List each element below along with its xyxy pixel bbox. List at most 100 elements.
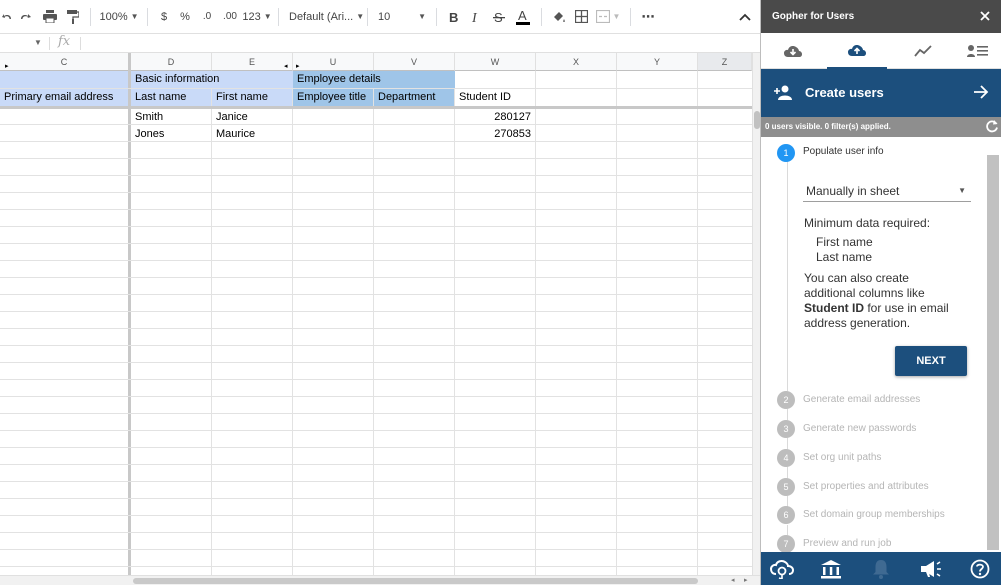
user-list-icon (967, 45, 988, 57)
column-label: Y (653, 57, 660, 67)
scroll-right-icon[interactable]: ▸ (744, 576, 748, 584)
panel-scrollbar[interactable] (987, 155, 999, 550)
grid-lines (0, 71, 752, 576)
text-color-icon[interactable]: A (511, 4, 535, 30)
step-label-passwords[interactable]: Generate new passwords (803, 423, 916, 434)
step-label-properties[interactable]: Set properties and attributes (803, 481, 929, 492)
step-number[interactable]: 3 (777, 420, 795, 438)
tab-users[interactable] (948, 33, 1001, 69)
cell-last-name[interactable]: Jones (131, 126, 211, 143)
step-connector (787, 467, 788, 478)
megaphone-icon[interactable] (919, 557, 943, 581)
source-select-value: Manually in sheet (806, 184, 900, 198)
toolbar: 100% ▼ $ % .0 .00 123 ▼ Default (Ari... … (0, 0, 760, 34)
horizontal-scrollbar[interactable]: ◂ ▸ (0, 575, 760, 585)
cell-c1[interactable] (0, 71, 128, 88)
frozen-row-divider[interactable] (0, 106, 752, 109)
column-header-v[interactable]: V (374, 53, 455, 71)
header-first-name[interactable]: First name (212, 89, 292, 106)
cell-first-name[interactable]: Maurice (212, 126, 292, 143)
column-header-d[interactable]: D (131, 53, 212, 71)
column-header-u[interactable]: ▸ U (293, 53, 374, 71)
column-header-z[interactable]: Z (698, 53, 752, 71)
formula-bar: ▼ fx (0, 34, 760, 53)
font-size-select[interactable]: 10 ▼ (374, 4, 430, 30)
print-icon[interactable] (38, 4, 62, 30)
step-label-populate[interactable]: Populate user info (803, 146, 884, 157)
scroll-left-icon[interactable]: ◂ (731, 576, 735, 584)
font-family-label: Default (Ari... (289, 10, 354, 23)
step-label-org-units[interactable]: Set org unit paths (803, 452, 881, 463)
bank-icon[interactable] (819, 557, 843, 581)
font-family-select[interactable]: Default (Ari... ▼ (285, 4, 364, 30)
toolbar-divider (541, 7, 542, 26)
step-number[interactable]: 2 (777, 391, 795, 409)
step-number[interactable]: 5 (777, 478, 795, 496)
column-header-x[interactable]: X (536, 53, 617, 71)
merge-cells-icon[interactable]: ▼ (592, 4, 624, 30)
header-student-id[interactable]: Student ID (455, 89, 535, 106)
bold-icon[interactable]: B (443, 4, 465, 30)
formula-divider (49, 37, 50, 50)
create-users-banner: Create users (761, 69, 1001, 117)
bell-icon[interactable] (869, 557, 893, 581)
cell-student-id[interactable]: 280127 (455, 109, 535, 126)
step-number[interactable]: 1 (777, 144, 795, 162)
header-employee-title[interactable]: Employee title (293, 89, 373, 106)
collapse-toolbar-icon[interactable] (730, 4, 760, 30)
name-box-dropdown-icon[interactable]: ▼ (34, 38, 42, 47)
borders-icon[interactable] (570, 4, 592, 30)
cloud-sync-icon[interactable] (770, 557, 794, 581)
currency-format-button[interactable]: $ (154, 4, 174, 30)
undo-icon[interactable] (0, 4, 14, 30)
italic-icon[interactable]: I (465, 4, 487, 30)
vertical-scrollbar[interactable] (752, 53, 760, 576)
step-label-preview[interactable]: Preview and run job (803, 538, 891, 549)
percent-format-button[interactable]: % (174, 4, 196, 30)
step-number[interactable]: 4 (777, 449, 795, 467)
redo-icon[interactable] (14, 4, 38, 30)
group-header-employee-details[interactable]: Employee details (293, 71, 455, 88)
extra-text-line: address generation. (804, 316, 911, 330)
tab-upload[interactable] (827, 33, 887, 69)
arrow-right-icon[interactable] (973, 85, 989, 99)
source-select[interactable]: Manually in sheet ▼ (803, 180, 971, 202)
more-options-button[interactable]: ⋯ (637, 4, 659, 30)
increase-decimals-button[interactable]: .00 (218, 4, 242, 30)
column-label: Z (721, 57, 728, 67)
tab-download[interactable] (763, 33, 823, 69)
column-header-w[interactable]: W (455, 53, 536, 71)
step-connector (787, 438, 788, 449)
person-add-icon (774, 85, 792, 100)
column-header-c[interactable]: ▸ C (0, 53, 129, 71)
steps-panel: 1 Populate user info Manually in sheet ▼… (761, 137, 1001, 552)
fill-color-icon[interactable] (548, 4, 570, 30)
chevron-down-icon: ▼ (418, 12, 426, 21)
cell-last-name[interactable]: Smith (131, 109, 211, 126)
step-label-email[interactable]: Generate email addresses (803, 394, 920, 405)
step-number[interactable]: 7 (777, 535, 795, 552)
decrease-decimals-button[interactable]: .0 (196, 4, 218, 30)
close-icon[interactable] (977, 8, 993, 24)
header-department[interactable]: Department (374, 89, 454, 106)
next-button[interactable]: NEXT (895, 346, 967, 376)
zoom-select[interactable]: 100% ▼ (97, 4, 141, 30)
column-header-e[interactable]: E ◂ (212, 53, 293, 71)
chevron-down-icon: ▼ (263, 12, 272, 21)
group-header-basic-information[interactable]: Basic information (131, 71, 293, 88)
column-header-y[interactable]: Y (617, 53, 698, 71)
cell-student-id[interactable]: 270853 (455, 126, 535, 143)
chevron-down-icon: ▼ (130, 12, 139, 21)
number-format-select[interactable]: 123 ▼ (242, 4, 272, 30)
step-label-groups[interactable]: Set domain group memberships (803, 509, 945, 520)
paint-format-icon[interactable] (62, 4, 84, 30)
tab-analytics[interactable] (893, 33, 953, 69)
fx-icon: fx (58, 34, 71, 49)
scrollbar-thumb[interactable] (133, 578, 698, 584)
help-icon[interactable] (968, 557, 992, 581)
header-last-name[interactable]: Last name (131, 89, 211, 106)
header-primary-email[interactable]: Primary email address (0, 89, 128, 106)
step-number[interactable]: 6 (777, 506, 795, 524)
cell-first-name[interactable]: Janice (212, 109, 292, 126)
strikethrough-icon[interactable]: S (487, 4, 511, 30)
